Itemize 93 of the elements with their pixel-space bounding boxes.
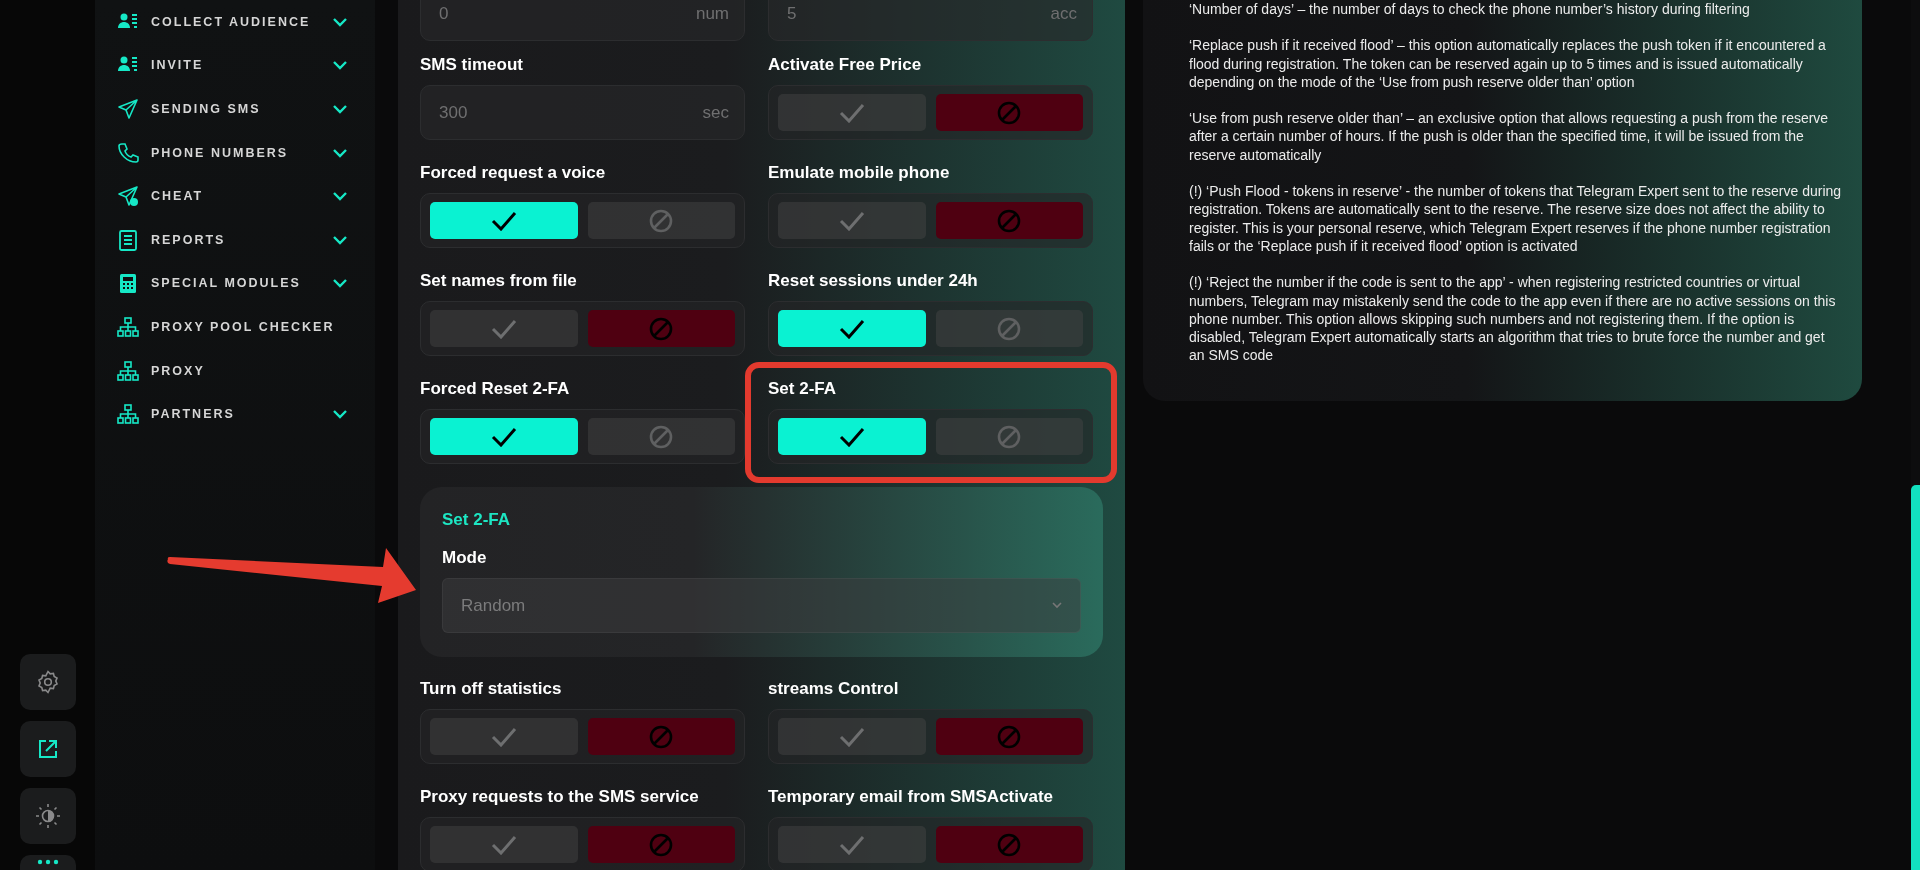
setting-label: Set 2-FA — [768, 378, 838, 399]
network-icon — [117, 359, 139, 382]
unit-label: acc — [1050, 3, 1077, 24]
toggle-switch[interactable] — [420, 817, 745, 870]
setting-label: Activate Free Price — [768, 54, 923, 75]
toggle-switch[interactable] — [768, 85, 1093, 140]
toggle-switch[interactable] — [768, 709, 1093, 764]
setting-label: Proxy requests to the SMS service — [420, 786, 700, 807]
sidebar-item[interactable]: REPORTS — [151, 232, 321, 247]
toggle-switch[interactable] — [420, 301, 745, 356]
disable-button[interactable] — [587, 718, 735, 755]
toggle-switch[interactable] — [420, 193, 745, 248]
phone-icon — [117, 141, 139, 164]
disable-button[interactable] — [587, 310, 735, 347]
check-icon — [838, 426, 865, 447]
toggle-switch[interactable] — [420, 709, 745, 764]
settings-icon — [35, 670, 60, 694]
sidebar-item[interactable]: SENDING SMS — [151, 102, 321, 116]
no-icon — [649, 832, 674, 857]
sun-icon — [34, 803, 61, 829]
theme-button[interactable] — [19, 788, 76, 844]
no-icon — [649, 208, 674, 233]
setting-label: streams Control — [768, 678, 900, 699]
check-icon — [490, 318, 517, 339]
external-link-icon — [36, 738, 59, 760]
no-icon — [997, 724, 1022, 749]
setting-label: Forced Reset 2-FA — [420, 378, 571, 399]
check-icon — [838, 102, 865, 123]
help-paragraph: ‘Number of days’ – the number of days to check the phone number’s history during filtering — [1189, 0, 1751, 19]
check-icon — [490, 210, 517, 231]
disable-button[interactable] — [935, 94, 1083, 131]
toggle-switch[interactable] — [768, 409, 1093, 464]
help-paragraph: ‘Use from push reserve older than’ – an exclusive option that allows requesting a push from the reserve after a certain number of hours. If the push is older than the specified time, it will be issued from the reserve automatically — [1189, 109, 1830, 165]
sidebar-item[interactable]: PROXY POOL CHECKER — [151, 319, 347, 334]
settings-button[interactable] — [19, 654, 76, 710]
disable-button[interactable] — [935, 718, 1083, 755]
help-paragraph: (!) ‘Push Flood - tokens in reserve’ - the number of tokens that Telegram Expert sent to the reserve during registration. Tokens are automatically sent to the reserve. The reserve size does not affect the ability to register. This is your personal reserve, which Telegram Expert reserves if the phone number registration fails or the ‘Replace push if it received flood’ option is activated — [1189, 182, 1842, 256]
setting-label: Reset sessions under 24h — [768, 270, 979, 291]
card-title: Set 2-FA — [442, 509, 512, 530]
network-icon — [117, 403, 139, 426]
setting-label: Temporary email from SMSActivate — [768, 786, 1054, 807]
toggle-switch[interactable] — [420, 409, 745, 464]
no-icon — [997, 832, 1022, 857]
calculator-icon — [117, 272, 139, 295]
paper-plane-icon — [117, 185, 139, 208]
scrollbar-thumb[interactable] — [1911, 485, 1920, 870]
external-button[interactable] — [19, 721, 76, 777]
no-icon — [997, 208, 1022, 233]
network-icon — [117, 315, 139, 338]
setting-label: Emulate mobile phone — [768, 162, 951, 183]
disable-button[interactable] — [587, 826, 735, 863]
check-icon — [838, 210, 865, 231]
check-icon — [490, 426, 517, 447]
toggle-switch[interactable] — [768, 193, 1093, 248]
unit-label: num — [695, 3, 729, 24]
help-paragraph: (!) ‘Reject the number if the code is sent to the app’ - when registering restricted countries or virtual numbers, Telegram may mistakenly send the code to the app even if there are no active sessions on this phone number. This option allows skipping such numbers and not registering them. If the option is disabled, Telegram Expert automatically starts an algorithm that tries to brute force the number and get an SMS code — [1189, 273, 1837, 365]
no-icon — [649, 424, 674, 449]
check-icon — [838, 318, 865, 339]
sidebar-item[interactable]: PHONE NUMBERS — [151, 145, 321, 160]
toggle-switch[interactable] — [768, 301, 1093, 356]
enable-button[interactable] — [430, 202, 578, 239]
setting-label: Set names from file — [420, 270, 578, 291]
no-icon — [649, 316, 674, 341]
enable-button[interactable] — [778, 418, 926, 455]
sidebar-item[interactable]: COLLECT AUDIENCE — [151, 14, 321, 29]
setting-label: Forced request a voice — [420, 162, 607, 183]
paper-plane-icon — [117, 98, 139, 120]
enable-button[interactable] — [430, 418, 578, 455]
no-icon — [997, 424, 1022, 449]
no-icon — [649, 724, 674, 749]
check-icon — [838, 726, 865, 747]
no-icon — [997, 100, 1022, 125]
document-icon — [117, 228, 139, 251]
check-icon — [490, 834, 517, 855]
sidebar-item[interactable]: CHEAT — [151, 189, 321, 204]
check-icon — [838, 834, 865, 855]
chevron-down-icon — [1052, 602, 1062, 609]
dots-icon — [36, 859, 59, 865]
setting-label: Mode — [442, 547, 488, 568]
disable-button[interactable] — [935, 826, 1083, 863]
check-icon — [490, 726, 517, 747]
unit-label: sec — [702, 102, 729, 123]
help-paragraph: ‘Replace push if it received flood’ – this option automatically replaces the push token if it encountered a flood during registration. The token can be reserved again up to 5 times and is issued automatically depending on the mode of the ‘Use from push reserve older than’ option — [1189, 36, 1827, 92]
toggle-switch[interactable] — [768, 817, 1093, 870]
setting-label: SMS timeout — [420, 54, 524, 75]
sidebar-item[interactable]: INVITE — [151, 58, 321, 73]
disable-button[interactable] — [935, 202, 1083, 239]
no-icon — [997, 316, 1022, 341]
enable-button[interactable] — [778, 310, 926, 347]
setting-label: Turn off statistics — [420, 678, 563, 699]
sidebar-item[interactable]: PROXY — [151, 363, 347, 378]
sidebar-item[interactable]: PARTNERS — [151, 407, 321, 422]
sidebar-item[interactable]: SPECIAL MODULES — [151, 276, 321, 291]
